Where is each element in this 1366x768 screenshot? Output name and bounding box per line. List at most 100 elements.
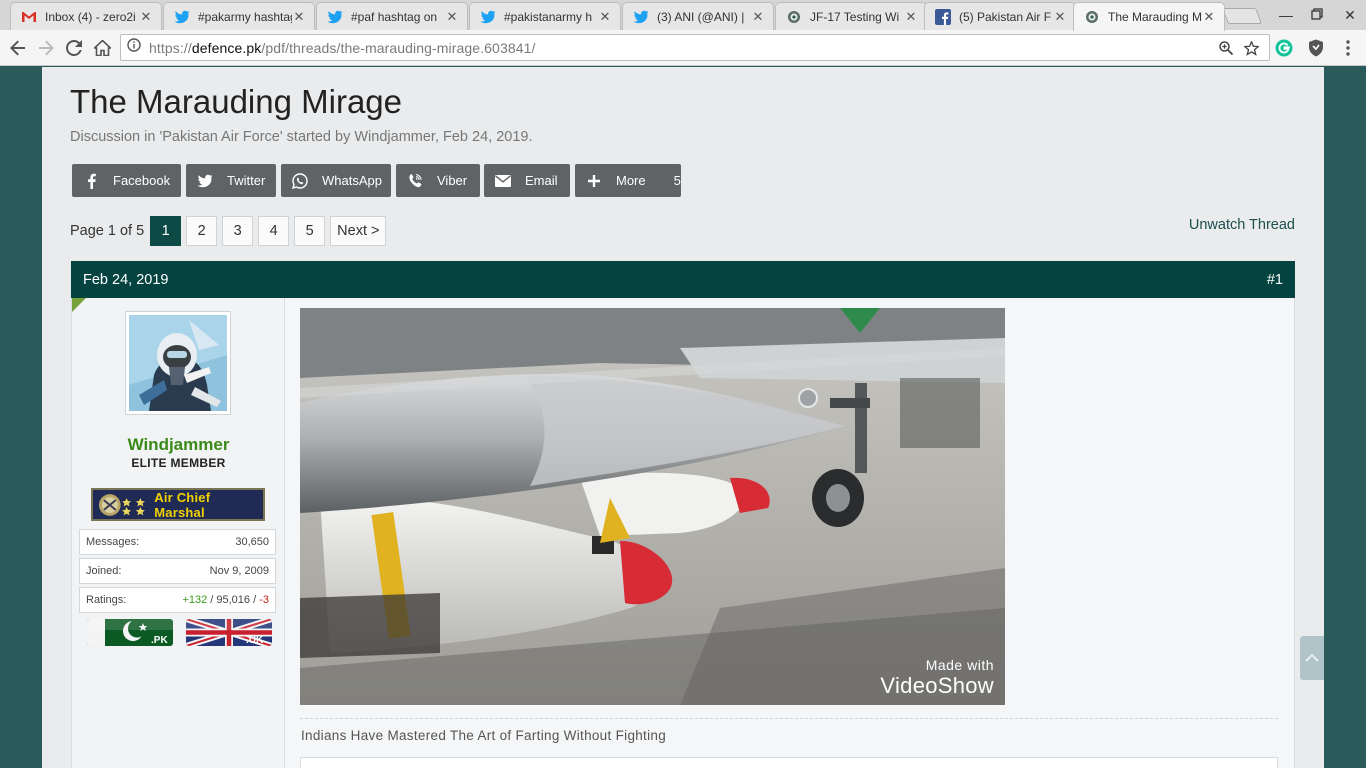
url-scheme: https://: [149, 39, 192, 56]
video-frame-image: [300, 308, 1005, 705]
share-more-label: More: [616, 173, 646, 188]
thread-description: Discussion in 'Pakistan Air Force' start…: [70, 129, 533, 145]
address-bar[interactable]: https://defence.pk/pdf/threads/the-marau…: [120, 34, 1270, 61]
twitter-icon: [197, 173, 213, 189]
browser-tab-twitter-pakistanarmy[interactable]: #pakistanarmy h ✕: [469, 2, 621, 30]
twitter-icon: [174, 9, 190, 25]
reload-icon[interactable]: [63, 37, 85, 59]
share-facebook-button[interactable]: Facebook: [72, 164, 181, 197]
close-icon[interactable]: ✕: [1202, 9, 1216, 25]
close-icon[interactable]: ✕: [904, 9, 918, 25]
close-icon[interactable]: ✕: [598, 9, 612, 25]
rank-insignia-icon: [98, 493, 145, 516]
browser-tab-strip: Inbox (4) - zero2i ✕ #pakarmy hashtag ✕ …: [0, 0, 1366, 31]
shield-icon[interactable]: [1306, 38, 1326, 58]
whatsapp-icon: [292, 172, 308, 189]
page-link[interactable]: 3: [222, 216, 254, 246]
stat-ratings: Ratings: +132 / 95,016 / -3: [79, 587, 276, 613]
info-icon[interactable]: [127, 38, 141, 57]
browser-tab-active-marauding-mirage[interactable]: The Marauding M ✕: [1073, 2, 1225, 31]
ratings-positive: +132: [182, 594, 208, 606]
share-twitter-button[interactable]: Twitter: [186, 164, 276, 197]
embedded-video[interactable]: Made with VideoShow: [300, 308, 1005, 705]
menu-kebab-icon[interactable]: [1338, 38, 1358, 58]
rank-title: Air Chief Marshal: [154, 489, 211, 520]
share-email-label: Email: [525, 173, 558, 188]
tab-title: Inbox (4) - zero2i: [45, 9, 136, 24]
tab-title: (5) Pakistan Air F: [959, 9, 1052, 24]
gmail-icon: [21, 9, 37, 25]
message-user-info: Windjammer ELITE MEMBER Air Chief Marsha…: [72, 298, 285, 768]
share-whatsapp-label: WhatsApp: [322, 173, 382, 188]
tab-title: (3) ANI (@ANI) |: [657, 9, 745, 24]
share-count: 5: [673, 173, 681, 188]
defencepk-icon: [1084, 9, 1100, 25]
ratings-separator: /: [207, 594, 217, 606]
watermark-line2: VideoShow: [880, 673, 994, 698]
grammarly-extension-icon[interactable]: [1274, 38, 1294, 58]
plus-icon: [586, 173, 602, 189]
defencepk-icon: [786, 9, 802, 25]
bookmark-star-icon[interactable]: [1243, 40, 1259, 56]
page-link[interactable]: 2: [186, 216, 218, 246]
browser-tab-gmail[interactable]: Inbox (4) - zero2i ✕: [10, 2, 162, 30]
minimize-icon[interactable]: —: [1276, 6, 1296, 24]
twitter-icon: [633, 9, 649, 25]
username-link[interactable]: Windjammer: [72, 435, 285, 455]
next-page-button[interactable]: Next >: [330, 216, 387, 246]
browser-tab-jf17[interactable]: JF-17 Testing Wi ✕: [775, 2, 927, 30]
window-close-icon[interactable]: ✕: [1340, 6, 1360, 24]
flag-label-pk: .PK: [151, 635, 168, 646]
thread-title: The Marauding Mirage: [70, 83, 402, 120]
rank-banner: Air Chief Marshal: [91, 488, 265, 521]
post-permalink[interactable]: #1: [1267, 272, 1283, 288]
watermark-line1: Made with: [925, 657, 994, 673]
flag-label-uk: .UK: [246, 635, 264, 646]
close-icon[interactable]: ✕: [751, 9, 765, 25]
share-more-button[interactable]: More 5: [575, 164, 681, 197]
maximize-icon[interactable]: [1307, 6, 1327, 24]
browser-tab-twitter-paf[interactable]: #paf hashtag on ✕: [316, 2, 468, 30]
tab-title: #paf hashtag on: [351, 9, 438, 24]
online-indicator: [72, 298, 86, 312]
unwatch-thread-link[interactable]: Unwatch Thread: [1189, 217, 1295, 233]
url-host: defence.pk: [191, 39, 262, 56]
back-icon[interactable]: [7, 37, 29, 59]
new-tab-button[interactable]: [1222, 8, 1262, 24]
stat-value: Nov 9, 2009: [209, 565, 269, 577]
url-path: /pdf/threads/the-marauding-mirage.603841…: [261, 39, 536, 56]
post-date[interactable]: Feb 24, 2019: [83, 272, 168, 288]
page-link[interactable]: 4: [258, 216, 290, 246]
share-twitter-label: Twitter: [227, 173, 266, 188]
browser-tab-twitter-pakarmy[interactable]: #pakarmy hashtag ✕: [163, 2, 315, 30]
close-icon[interactable]: ✕: [445, 9, 459, 25]
close-icon[interactable]: ✕: [139, 9, 153, 25]
pagination: Page 1 of 5 1 2 3 4 5 Next >: [70, 216, 391, 246]
facebook-icon: [83, 173, 99, 189]
stat-label: Joined:: [86, 565, 122, 577]
stat-label: Ratings:: [86, 594, 127, 606]
share-viber-button[interactable]: Viber: [396, 164, 480, 197]
twitter-icon: [480, 9, 496, 25]
close-icon[interactable]: ✕: [292, 9, 306, 25]
likes-summary: [300, 757, 1278, 768]
share-email-button[interactable]: Email: [484, 164, 570, 197]
browser-tab-facebook[interactable]: (5) Pakistan Air F ✕: [924, 2, 1076, 30]
browser-tab-twitter-ani[interactable]: (3) ANI (@ANI) | ✕: [622, 2, 774, 30]
scroll-to-top-button[interactable]: [1300, 636, 1324, 680]
page-link[interactable]: 5: [294, 216, 326, 246]
share-viber-label: Viber: [437, 173, 468, 188]
home-icon[interactable]: [91, 37, 113, 59]
zoom-icon[interactable]: [1218, 40, 1234, 56]
post-header: Feb 24, 2019 #1: [71, 261, 1295, 298]
tab-title: The Marauding M: [1108, 10, 1202, 24]
pakistan-flag-icon: .PK: [87, 619, 173, 646]
page-link-current[interactable]: 1: [150, 216, 182, 246]
tab-title: #pakistanarmy h: [504, 9, 593, 24]
avatar[interactable]: [125, 311, 231, 415]
forward-icon[interactable]: [35, 37, 57, 59]
stat-value[interactable]: 30,650: [235, 536, 269, 548]
viber-icon: [407, 173, 423, 189]
share-whatsapp-button[interactable]: WhatsApp: [281, 164, 391, 197]
close-icon[interactable]: ✕: [1053, 9, 1067, 25]
